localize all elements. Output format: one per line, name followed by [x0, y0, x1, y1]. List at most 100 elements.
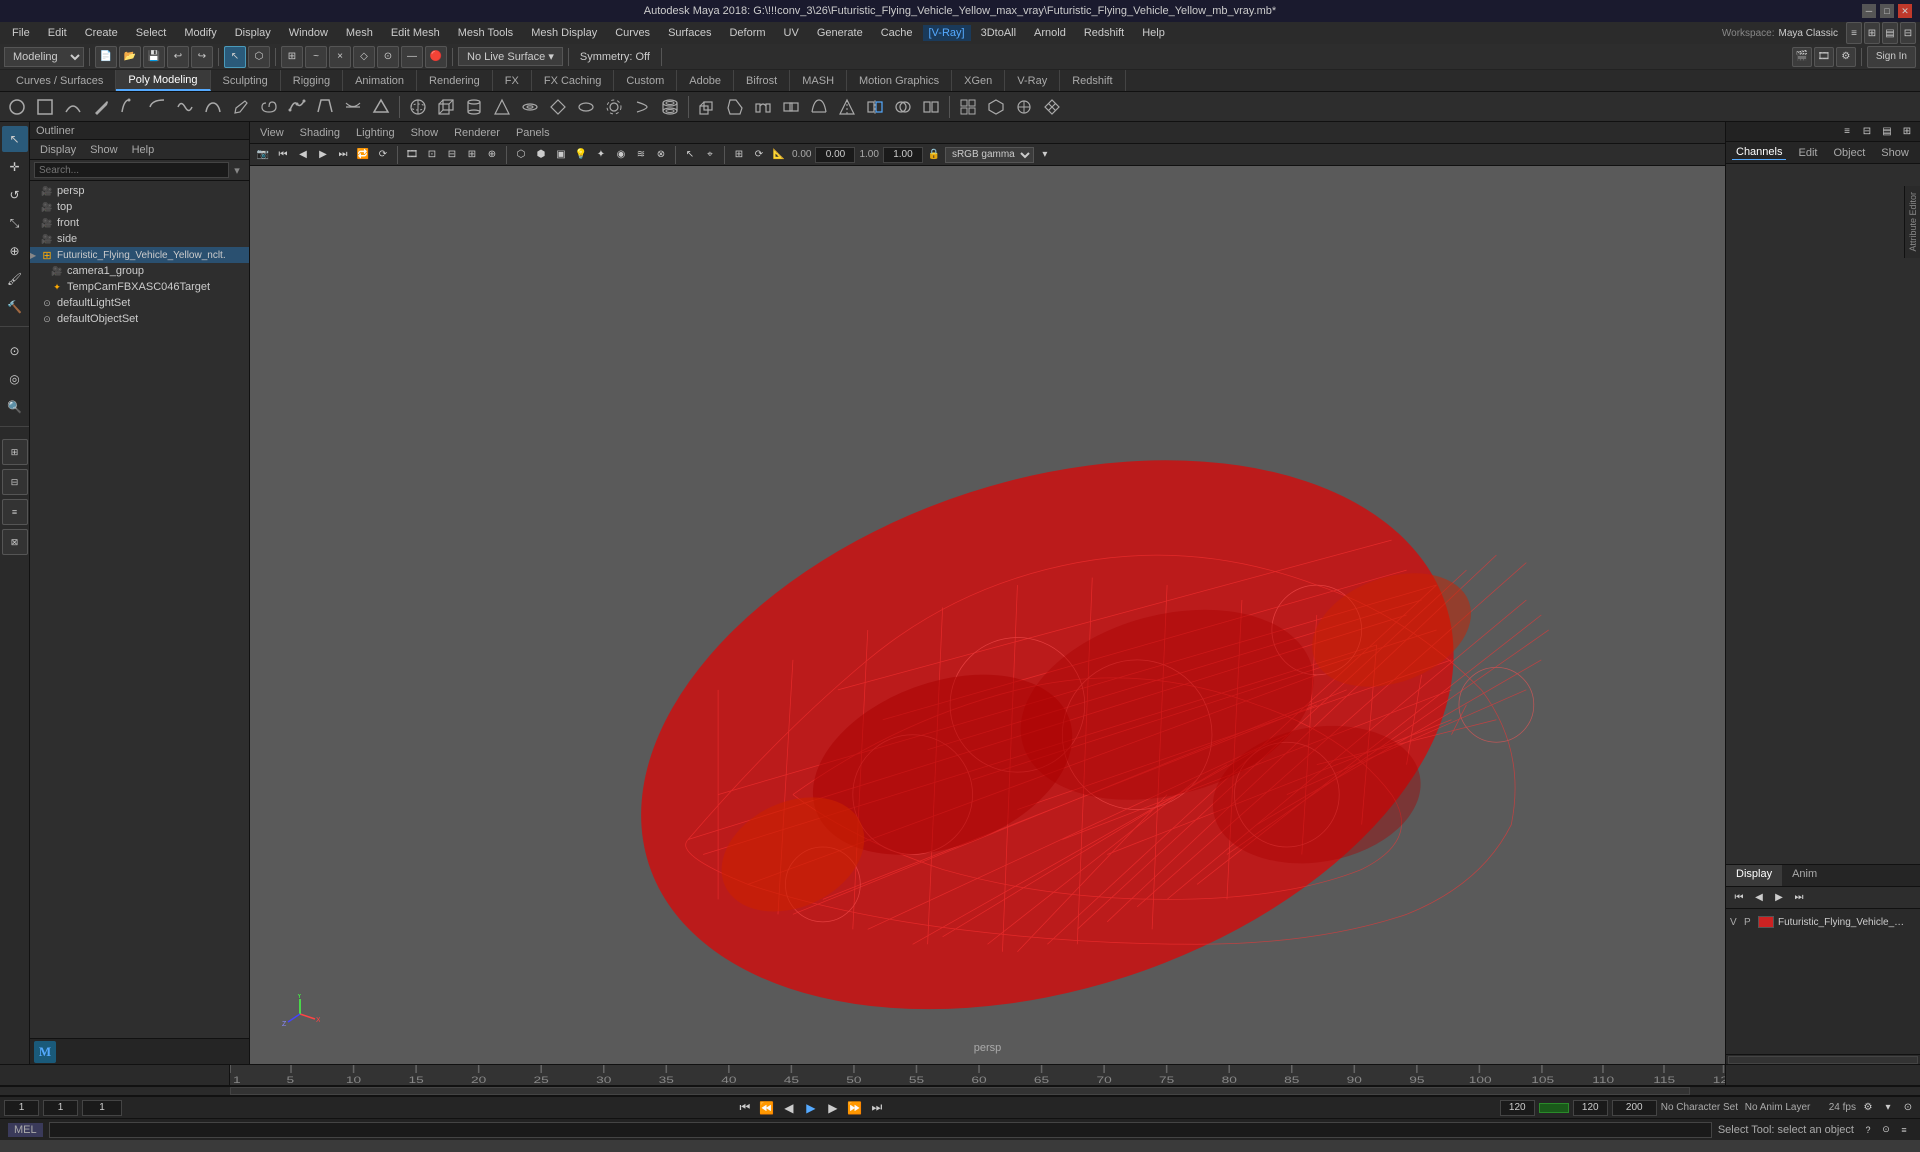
tool-bevel[interactable] — [722, 94, 748, 120]
layer-v-toggle[interactable]: V — [1730, 917, 1740, 928]
scale-tool[interactable]: ⤡ — [2, 210, 28, 236]
viewport-canvas[interactable]: persp X Y Z — [250, 166, 1725, 1064]
channels-tab-edit[interactable]: Edit — [1794, 146, 1821, 160]
vp-motion-blur[interactable]: ≋ — [632, 146, 650, 164]
layer-color-swatch[interactable] — [1758, 916, 1774, 928]
menu-mesh[interactable]: Mesh — [338, 25, 381, 41]
tool-diamond[interactable] — [545, 94, 571, 120]
tool-mesh-extra4[interactable] — [1039, 94, 1065, 120]
command-input[interactable] — [49, 1122, 1712, 1138]
vp-stepped[interactable]: ⟳ — [374, 146, 392, 164]
outliner-search-dropdown[interactable]: ▾ — [229, 162, 245, 178]
prev-frame-btn[interactable]: ◀ — [779, 1098, 799, 1118]
menu-select[interactable]: Select — [128, 25, 175, 41]
tool-mesh-extra1[interactable] — [955, 94, 981, 120]
open-btn[interactable]: 📂 — [119, 46, 141, 68]
timeline-ruler[interactable]: 1 5 10 15 20 25 30 35 40 45 50 — [230, 1065, 1725, 1085]
menu-mesh-tools[interactable]: Mesh Tools — [450, 25, 521, 41]
close-button[interactable]: ✕ — [1898, 4, 1912, 18]
vp-lighting-menu[interactable]: Lighting — [350, 126, 401, 140]
tool-arc2[interactable] — [144, 94, 170, 120]
layer-tab-anim[interactable]: Anim — [1782, 865, 1827, 886]
tool-bridge[interactable] — [750, 94, 776, 120]
vp-hud[interactable]: ⊕ — [483, 146, 501, 164]
vp-cam-settings[interactable]: 🎞 — [403, 146, 421, 164]
vp-grid-toggle[interactable]: ⊞ — [463, 146, 481, 164]
tool-extrude[interactable] — [694, 94, 720, 120]
outliner-item-top[interactable]: 🎥 top — [30, 199, 249, 215]
vp-res-gate[interactable]: ⊡ — [423, 146, 441, 164]
layers-scrollbar[interactable] — [1728, 1056, 1918, 1064]
sets-left[interactable]: ⊞ — [2, 439, 28, 465]
tool-pyramid[interactable] — [489, 94, 515, 120]
tool-torus[interactable] — [517, 94, 543, 120]
tool-separate[interactable] — [918, 94, 944, 120]
menu-uv[interactable]: UV — [776, 25, 807, 41]
outliner-show-menu[interactable]: Show — [84, 143, 124, 157]
menu-modify[interactable]: Modify — [176, 25, 224, 41]
render-frame-btn[interactable]: 🎬 — [1792, 47, 1812, 67]
tool-cube[interactable] — [433, 94, 459, 120]
tool-pen[interactable] — [88, 94, 114, 120]
tab-custom[interactable]: Custom — [614, 70, 677, 91]
vp-wireframe[interactable]: ⬡ — [512, 146, 530, 164]
menu-cache[interactable]: Cache — [873, 25, 921, 41]
workspace-btn3[interactable]: ▤ — [1882, 22, 1898, 44]
workspace-btn2[interactable]: ⊞ — [1864, 22, 1880, 44]
outliner-help-menu[interactable]: Help — [126, 143, 161, 157]
vp-panels-menu[interactable]: Panels — [510, 126, 556, 140]
workspace-btn4[interactable]: ⊟ — [1900, 22, 1916, 44]
sets2-left[interactable]: ⊟ — [2, 469, 28, 495]
snap-surface-btn[interactable]: ◇ — [353, 46, 375, 68]
frame-input-display[interactable]: 1 — [82, 1100, 122, 1116]
tool-three-pt[interactable] — [368, 94, 394, 120]
zoom-left[interactable]: 🔍 — [2, 394, 28, 420]
menu-window[interactable]: Window — [281, 25, 336, 41]
fps-settings-btn[interactable]: ⚙ — [1860, 1100, 1876, 1116]
tool-curve3[interactable] — [340, 94, 366, 120]
menu-surfaces[interactable]: Surfaces — [660, 25, 719, 41]
layer-prev-btn[interactable]: ⏮ — [1730, 889, 1748, 907]
vp-camera-select[interactable]: 📷 — [254, 146, 272, 164]
tool-mesh-extra3[interactable] — [1011, 94, 1037, 120]
tool-spiral[interactable] — [256, 94, 282, 120]
play-btn[interactable]: ▶ — [801, 1098, 821, 1118]
outliner-item-front[interactable]: 🎥 front — [30, 215, 249, 231]
menu-display[interactable]: Display — [227, 25, 279, 41]
maximize-button[interactable]: □ — [1880, 4, 1894, 18]
tab-fx[interactable]: FX — [493, 70, 532, 91]
vp-isolate[interactable]: ⌖ — [701, 146, 719, 164]
layer-back-btn[interactable]: ◀ — [1750, 889, 1768, 907]
next-key-btn[interactable]: ⏩ — [845, 1098, 865, 1118]
move-tool[interactable]: ✛ — [2, 154, 28, 180]
ch-icon2[interactable]: ⊟ — [1858, 123, 1876, 141]
end-frame-display[interactable] — [1500, 1100, 1535, 1116]
tab-redshift[interactable]: Redshift — [1060, 70, 1125, 91]
snap-grid-btn[interactable]: ⊞ — [281, 46, 303, 68]
tool-smooth[interactable] — [806, 94, 832, 120]
select-tool-btn[interactable]: ↖ — [224, 46, 246, 68]
channels-tab-show[interactable]: Show — [1877, 146, 1913, 160]
timeline-scrollbar[interactable] — [230, 1087, 1690, 1095]
tool-wave[interactable] — [172, 94, 198, 120]
save-btn[interactable]: 💾 — [143, 46, 165, 68]
new-scene-btn[interactable]: 📄 — [95, 46, 117, 68]
redo-btn[interactable]: ↪ — [191, 46, 213, 68]
prev-key-btn[interactable]: ⏪ — [757, 1098, 777, 1118]
vp-cam-tools1[interactable]: ⊞ — [730, 146, 748, 164]
outliner-item-side[interactable]: 🎥 side — [30, 231, 249, 247]
vp-lock-icon[interactable]: 🔒 — [925, 146, 943, 164]
rotate-tool[interactable]: ↺ — [2, 182, 28, 208]
start-frame-input[interactable] — [4, 1100, 39, 1116]
vp-cam-tools3[interactable]: 📐 — [770, 146, 788, 164]
outliner-item-tempcam[interactable]: ✦ TempCamFBXASC046Target — [30, 279, 249, 295]
menu-mesh-display[interactable]: Mesh Display — [523, 25, 605, 41]
render-settings-btn[interactable]: ⚙ — [1836, 47, 1856, 67]
sets3-left[interactable]: ≡ — [2, 499, 28, 525]
vp-play-back[interactable]: ◀ — [294, 146, 312, 164]
tool-combine[interactable] — [778, 94, 804, 120]
tool-arc1[interactable] — [116, 94, 142, 120]
vp-texture[interactable]: ▣ — [552, 146, 570, 164]
tool-bezier2[interactable] — [312, 94, 338, 120]
outliner-item-lightset[interactable]: ⊙ defaultLightSet — [30, 295, 249, 311]
